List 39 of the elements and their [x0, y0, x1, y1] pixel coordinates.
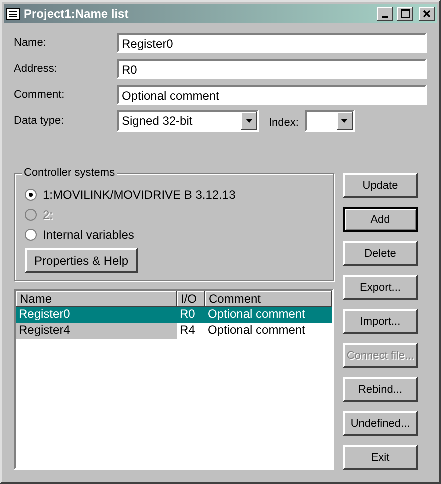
table-cell[interactable]: Optional comment: [205, 307, 332, 323]
dialog-button[interactable]: Import...: [343, 309, 418, 334]
radio-button[interactable]: [25, 188, 37, 200]
dialog-button[interactable]: Delete: [343, 241, 418, 266]
dialog-button[interactable]: Add: [343, 207, 418, 232]
minimize-icon: [382, 16, 388, 18]
text-field[interactable]: Register0: [117, 33, 427, 53]
properties-help-button[interactable]: Properties & Help: [25, 248, 138, 273]
dialog-button[interactable]: Rebind...: [343, 377, 418, 402]
dialog-button[interactable]: Exit: [343, 445, 418, 470]
text-field[interactable]: R0: [117, 59, 427, 79]
table-cell[interactable]: R0: [177, 307, 205, 323]
column-header[interactable]: Name: [16, 291, 177, 307]
radio-button[interactable]: [25, 228, 37, 240]
maximize-button[interactable]: [397, 6, 413, 20]
field-label: Address:: [14, 63, 58, 75]
field-label: Data type:: [14, 115, 66, 127]
data-type-dropdown[interactable]: Signed 32-bit: [117, 110, 259, 132]
dialog-button[interactable]: Update: [343, 173, 418, 198]
dialog-button[interactable]: Export...: [343, 275, 418, 300]
maximize-icon: [400, 9, 410, 18]
column-header[interactable]: Comment: [205, 291, 332, 307]
field-label: Comment:: [14, 89, 66, 101]
text-field[interactable]: Optional comment: [117, 85, 427, 105]
column-header[interactable]: I/O: [177, 291, 205, 307]
list-icon: [6, 8, 20, 20]
close-button[interactable]: [419, 6, 435, 20]
radio-option[interactable]: Internal variables: [25, 226, 323, 243]
table-cell[interactable]: Register0: [16, 307, 177, 323]
minimize-button[interactable]: [377, 6, 393, 20]
group-title: Controller systems: [22, 167, 118, 179]
field-label: Name:: [14, 37, 48, 49]
radio-option[interactable]: 1:MOVILINK/MOVIDRIVE B 3.12.13: [25, 186, 323, 203]
index-dropdown[interactable]: [304, 110, 355, 132]
window-title: Project1:Name list: [24, 6, 130, 20]
close-icon: [423, 10, 431, 18]
table-cell[interactable]: Register4: [16, 323, 177, 339]
field-label: Index:: [269, 117, 299, 129]
dialog-button[interactable]: Undefined...: [343, 411, 418, 436]
